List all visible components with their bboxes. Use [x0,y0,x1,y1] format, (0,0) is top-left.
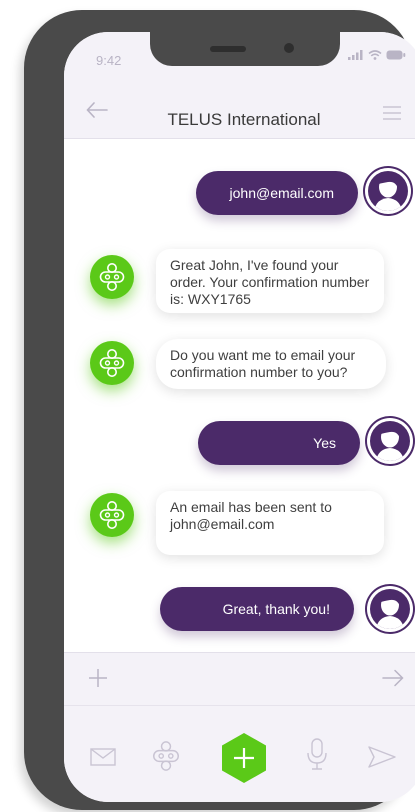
user-avatar [370,589,410,629]
signal-icon [348,50,363,60]
notch [150,32,340,66]
bot-message: An email has been sent to john@email.com [156,491,384,555]
message-text: Great, thank you! [222,601,330,617]
phone-frame: 9:42 TELUS International john@email.com … [24,10,415,810]
message-input[interactable] [124,665,358,695]
send-icon[interactable] [368,746,396,768]
arrow-right-icon[interactable] [382,669,404,687]
page-title: TELUS International [167,110,321,129]
plus-icon[interactable] [88,668,108,688]
camera [284,43,294,53]
hamburger-menu-icon[interactable] [382,106,402,120]
bot-message: Great John, I've found your order. Your … [156,249,384,313]
bot-avatar [90,341,134,385]
bot-icon [99,501,125,529]
user-avatar [370,421,410,461]
user-silhouette-icon [376,425,404,461]
chat-thread: john@email.com Great John, I've found yo… [64,139,415,649]
bot-icon[interactable] [152,740,180,772]
user-message: Great, thank you! [160,587,354,631]
bot-message: Do you want me to email your confirmatio… [156,339,386,389]
mail-icon[interactable] [90,748,116,766]
status-time: 9:42 [96,53,122,68]
phone-screen: 9:42 TELUS International john@email.com … [64,32,415,802]
bot-icon [99,263,125,291]
bot-icon [99,349,125,377]
user-message: Yes [198,421,360,465]
battery-icon [386,50,406,60]
user-avatar [368,171,408,211]
message-text: Do you want me to email your confirmatio… [170,347,356,380]
user-message: john@email.com [196,171,358,215]
microphone-icon[interactable] [306,738,328,770]
user-silhouette-icon [374,175,402,211]
header-bar: TELUS International [64,74,415,139]
status-bar: 9:42 [64,32,415,74]
message-text: john@email.com [229,185,334,201]
message-composer [64,652,415,705]
speaker [210,46,246,52]
message-text: Great John, I've found your order. Your … [170,257,370,307]
status-icons [348,50,406,60]
wifi-icon [368,50,382,60]
message-text: An email has been sent to john@email.com [170,499,332,532]
bot-avatar [90,255,134,299]
message-text: Yes [313,435,336,451]
user-silhouette-icon [376,593,404,629]
add-hexagon-icon[interactable] [220,732,268,784]
bot-avatar [90,493,134,537]
bottom-toolbar [64,705,415,802]
